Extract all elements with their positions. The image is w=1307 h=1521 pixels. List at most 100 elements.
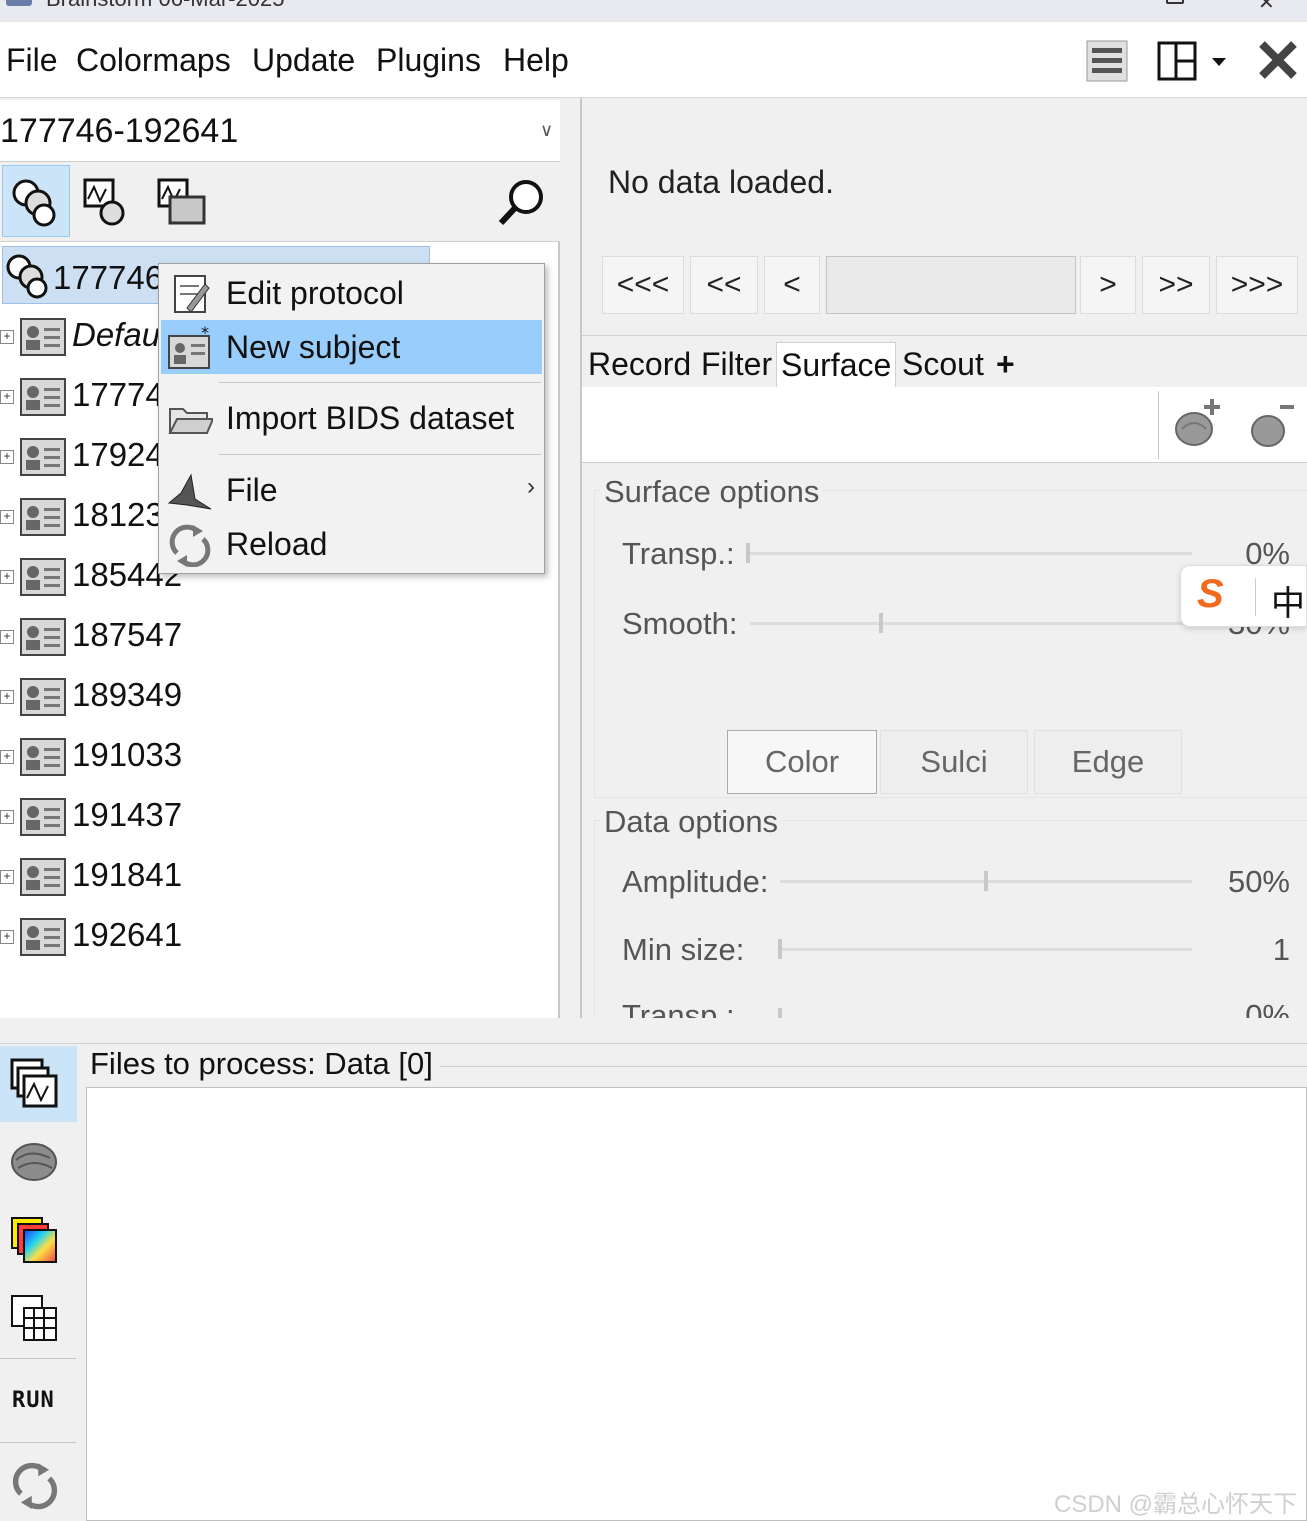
sidebar-separator (0, 1358, 76, 1359)
nav-prev-fast-button[interactable]: << (690, 256, 758, 314)
data-transp-thumb[interactable] (778, 1008, 782, 1018)
window-title: Brainstorm 06-Mar-2025 (46, 0, 284, 12)
nav-next-fast-button[interactable]: >> (1142, 256, 1210, 314)
tree-subject-label: 192641 (72, 916, 183, 953)
close-window-icon[interactable]: ✕ (1258, 0, 1275, 15)
menu-update[interactable]: Update (252, 40, 355, 80)
nav-next-button[interactable]: > (1080, 256, 1136, 314)
nav-value-field[interactable] (826, 256, 1076, 314)
tree-subject-label: 191841 (72, 856, 183, 893)
expand-icon[interactable]: + (0, 330, 14, 344)
subject-icon (20, 618, 66, 656)
menu-item-file[interactable]: File › (161, 463, 542, 517)
min-size-thumb[interactable] (778, 939, 782, 959)
search-icon[interactable] (496, 177, 548, 229)
menu-plugins[interactable]: Plugins (376, 40, 481, 80)
surface-transp-slider[interactable] (746, 552, 1192, 555)
study-folder-icon[interactable] (156, 177, 208, 227)
menu-separator (219, 382, 541, 383)
data-transp-label: Transp.: (622, 998, 735, 1018)
expand-icon[interactable]: + (0, 570, 14, 584)
expand-icon[interactable]: + (0, 930, 14, 944)
menu-colormaps[interactable]: Colormaps (76, 40, 231, 80)
nav-prev-button[interactable]: < (764, 256, 820, 314)
tree-root-label: 177746 (53, 259, 164, 296)
nav-last-button[interactable]: >>> (1216, 256, 1298, 314)
tab-scout[interactable]: Scout (902, 342, 984, 388)
svg-text:*: * (201, 326, 209, 342)
protocol-selector[interactable]: 177746-192641 ∨ (0, 100, 560, 162)
remove-surface-icon[interactable] (1246, 401, 1296, 451)
menu-item-new-subject[interactable]: * New subject (161, 320, 542, 374)
surface-transp-thumb[interactable] (746, 543, 750, 563)
process-timefreq-icon[interactable] (10, 1216, 58, 1264)
subject-icon (20, 378, 66, 416)
menu-file[interactable]: File (6, 40, 58, 80)
expand-icon[interactable]: + (0, 630, 14, 644)
functional-data-by-subject-icon[interactable] (10, 177, 60, 227)
menu-item-import-bids[interactable]: Import BIDS dataset (161, 391, 542, 445)
subject-icon (20, 918, 66, 956)
close-icon[interactable] (1258, 40, 1298, 80)
tabs: Record Filter Surface Scout + (582, 335, 1307, 388)
tab-record[interactable]: Record (588, 342, 691, 388)
app-icon (6, 0, 32, 6)
subject-icon (20, 438, 66, 476)
tree-row-subject[interactable]: + 189349 (0, 670, 540, 726)
data-transp-value: 0% (1245, 998, 1290, 1018)
expand-icon[interactable]: + (0, 870, 14, 884)
expand-icon[interactable]: + (0, 450, 14, 464)
nav-first-button[interactable]: <<< (602, 256, 684, 314)
tree-row-subject[interactable]: + 191841 (0, 850, 540, 906)
protocol-selector-value: 177746-192641 (0, 112, 239, 150)
file-submenu-icon (167, 473, 212, 510)
surface-smooth-thumb[interactable] (879, 613, 883, 633)
functional-data-by-condition-icon[interactable] (82, 177, 128, 227)
tab-filter[interactable]: Filter (701, 342, 772, 388)
add-surface-icon[interactable] (1172, 397, 1224, 451)
files-title-rule (440, 1066, 1307, 1067)
process-sources-icon[interactable] (10, 1140, 60, 1184)
folder-open-icon (168, 408, 213, 434)
edge-button[interactable]: Edge (1034, 730, 1182, 794)
process-data-icon[interactable] (10, 1058, 60, 1110)
tree-row-subject[interactable]: + 192641 (0, 910, 540, 966)
explorer-toolbar (0, 163, 560, 241)
tree-subject-label: 191437 (72, 796, 183, 833)
expand-icon[interactable]: + (0, 510, 14, 524)
tree-row-subject[interactable]: + 191437 (0, 790, 540, 846)
menu-item-label: New subject (226, 329, 401, 365)
tab-add[interactable]: + (996, 342, 1015, 388)
files-to-process-list[interactable] (86, 1087, 1307, 1521)
expand-icon[interactable]: + (0, 390, 14, 404)
ime-mode[interactable]: 中 (1271, 576, 1305, 625)
amplitude-thumb[interactable] (984, 871, 988, 891)
min-size-slider[interactable] (778, 948, 1192, 951)
chevron-down-icon: ∨ (540, 120, 554, 140)
surface-smooth-slider[interactable] (750, 622, 1192, 625)
tree-row-subject[interactable]: + 187547 (0, 610, 540, 666)
expand-icon[interactable]: + (0, 690, 14, 704)
menu-item-edit-protocol[interactable]: Edit protocol (161, 266, 542, 320)
ime-toolbar[interactable]: S 中 (1180, 565, 1307, 627)
expand-icon[interactable]: + (0, 750, 14, 764)
maximize-icon[interactable] (1166, 0, 1184, 4)
data-options-group (594, 820, 1307, 1020)
process-matrix-icon[interactable] (10, 1294, 58, 1342)
pane-divider[interactable] (0, 1018, 1307, 1044)
tree-row-subject[interactable]: + 191033 (0, 730, 540, 786)
tab-surface[interactable]: Surface (776, 342, 897, 388)
color-button[interactable]: Color (727, 730, 877, 794)
right-panel: No data loaded. <<< << < > >> >>> Record… (580, 98, 1307, 1020)
menu-item-reload[interactable]: Reload (161, 517, 542, 571)
expand-icon[interactable]: + (0, 810, 14, 824)
context-menu: Edit protocol * New subject Import BIDS … (158, 263, 545, 574)
menu-help[interactable]: Help (503, 40, 569, 80)
list-settings-icon[interactable] (1086, 40, 1128, 82)
run-button[interactable]: RUN (12, 1388, 55, 1413)
layout-icon[interactable] (1156, 40, 1230, 82)
subject-icon (20, 498, 66, 536)
sulci-button[interactable]: Sulci (880, 730, 1028, 794)
ime-logo-icon: S (1197, 572, 1224, 616)
reload-process-icon[interactable] (10, 1460, 60, 1510)
